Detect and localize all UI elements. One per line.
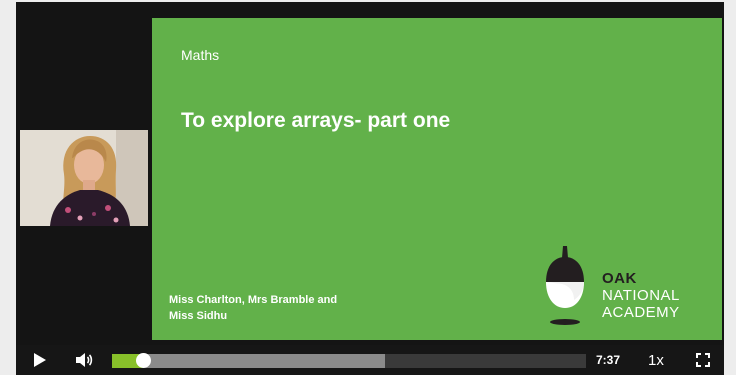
presenter-image: [20, 130, 148, 226]
volume-icon: [76, 353, 93, 367]
progress-buffered: [112, 354, 385, 368]
logo-line-academy: ACADEMY: [602, 304, 680, 321]
progress-handle[interactable]: [135, 353, 151, 368]
play-button[interactable]: [28, 345, 52, 375]
fullscreen-button[interactable]: [692, 345, 714, 375]
logo-line-national: NATIONAL: [602, 287, 680, 304]
slide-title: To explore arrays- part one: [181, 109, 451, 132]
acorn-icon: [546, 246, 584, 325]
slide-subject: Maths: [181, 47, 220, 63]
fullscreen-icon: [696, 353, 710, 367]
playback-speed-button[interactable]: 1x: [648, 345, 664, 375]
oak-logo-text: OAK NATIONAL ACADEMY: [602, 270, 680, 321]
presenter-webcam: [20, 130, 148, 226]
teachers-line-2: Miss Sidhu: [169, 310, 228, 322]
lesson-slide: Maths To explore arrays- part one Miss C…: [152, 18, 722, 340]
logo-line-oak: OAK: [602, 270, 637, 287]
progress-bar[interactable]: [112, 353, 586, 368]
teachers-line-1: Miss Charlton, Mrs Bramble and: [169, 294, 338, 306]
oak-national-academy-logo: OAK NATIONAL ACADEMY: [544, 244, 704, 328]
current-time: 7:37: [596, 353, 621, 367]
player-controls: 7:37 1x: [16, 345, 724, 375]
slide-teachers: Miss Charlton, Mrs Bramble and Miss Sidh…: [169, 292, 337, 324]
volume-button[interactable]: [72, 345, 96, 375]
play-icon: [34, 353, 46, 367]
video-player[interactable]: Maths To explore arrays- part one Miss C…: [16, 2, 724, 375]
video-frame[interactable]: Maths To explore arrays- part one Miss C…: [16, 2, 724, 345]
